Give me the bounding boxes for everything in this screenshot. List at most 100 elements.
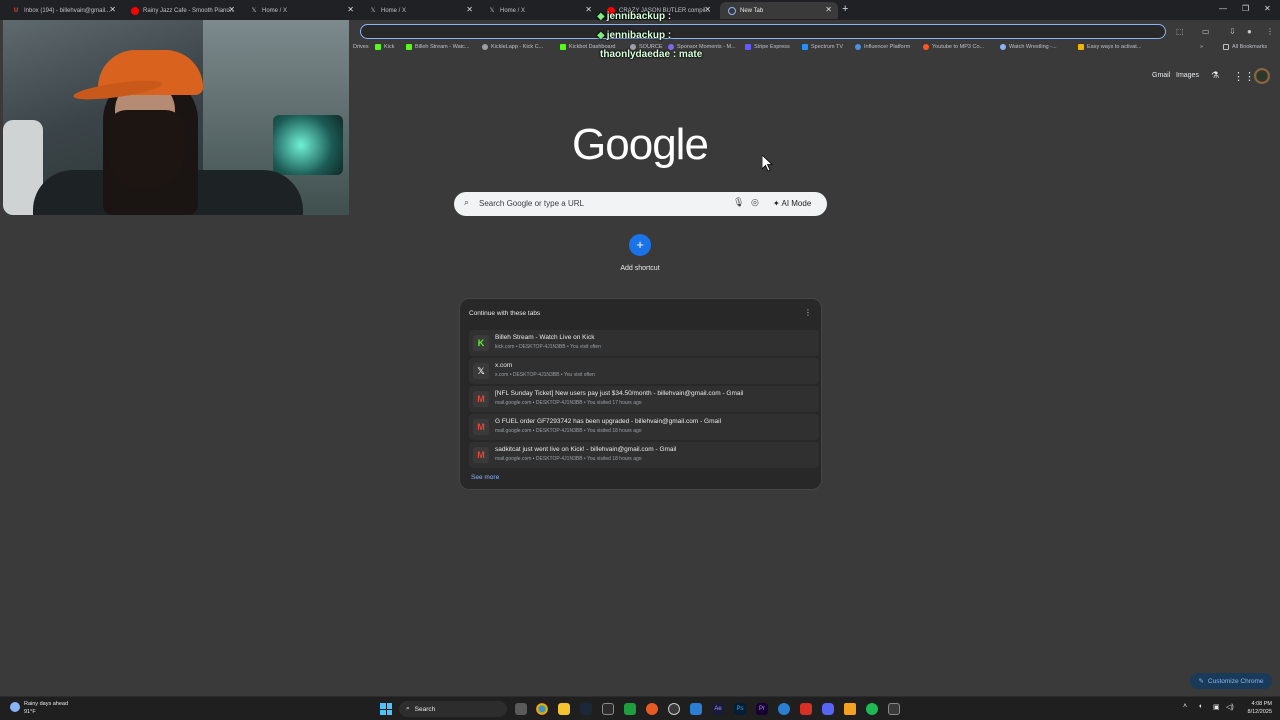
xbox-icon[interactable]: [624, 703, 636, 715]
tab-new-tab[interactable]: New Tab ✕: [720, 2, 838, 19]
weather-widget[interactable]: Rainy days ahead 91°F: [10, 700, 68, 716]
terminal-icon[interactable]: [602, 703, 614, 715]
x-icon: 𝕏: [473, 363, 489, 379]
cast-icon[interactable]: ▭: [1202, 27, 1210, 36]
item-title: Billeh Stream - Watch Live on Kick: [495, 334, 595, 341]
app-icon[interactable]: [844, 703, 856, 715]
bookmark-label: Influencer Platform: [864, 44, 911, 50]
microphone-icon[interactable]: 🎙︎: [733, 197, 744, 208]
time: 4:08 PM: [1251, 701, 1272, 707]
chevron-up-icon[interactable]: ˄: [1183, 703, 1187, 710]
close-icon[interactable]: ✕: [585, 5, 592, 14]
app-icon[interactable]: [690, 703, 702, 715]
bookmark-spectrum[interactable]: Spectrum TV: [802, 44, 843, 50]
downloads-icon[interactable]: ⇩: [1229, 27, 1236, 36]
photoshop-icon[interactable]: Ps: [734, 703, 746, 715]
wordpress-icon: [1000, 44, 1006, 50]
globe-icon: [855, 44, 861, 50]
search-input[interactable]: Search Google or type a URL: [479, 199, 584, 208]
continue-tabs-card: Continue with these tabs ⋮ K Billeh Stre…: [459, 298, 822, 490]
close-icon[interactable]: ✕: [825, 5, 832, 14]
bookmark-kick[interactable]: Kick: [375, 44, 394, 50]
list-item[interactable]: M [NFL Sunday Ticket] New users pay just…: [469, 386, 819, 412]
list-item[interactable]: K Billeh Stream - Watch Live on Kick kic…: [469, 330, 819, 356]
tab-home-x-2[interactable]: 𝕏 Home / X ✕: [361, 2, 479, 19]
see-more-link[interactable]: See more: [471, 474, 499, 481]
chrome-taskbar-icon[interactable]: [536, 703, 548, 715]
more-options-icon[interactable]: ⋮: [804, 308, 812, 317]
close-window-icon[interactable]: ✕: [1264, 4, 1271, 13]
lens-icon[interactable]: ◎: [751, 197, 759, 208]
close-icon[interactable]: ✕: [347, 5, 354, 14]
images-link[interactable]: Images: [1176, 72, 1199, 79]
file-explorer-icon[interactable]: [558, 703, 570, 715]
bookmark-youtube-mp3[interactable]: Youtube to MP3 Co...: [923, 44, 984, 50]
obs-icon[interactable]: [668, 703, 680, 715]
search-box[interactable]: ⌕ Search Google or type a URL 🎙︎ ◎ ✦ AI …: [454, 192, 827, 216]
bookmark-drives[interactable]: Drives: [353, 44, 369, 50]
clock[interactable]: 4:08 PM 8/12/2025: [1240, 700, 1272, 716]
labs-icon[interactable]: ⚗: [1211, 70, 1219, 81]
chat-text: :: [667, 30, 672, 41]
bookmark-kicklelapp[interactable]: KickleLapp - Kick C...: [482, 44, 543, 50]
ai-mode-label: AI Mode: [781, 199, 812, 208]
close-icon[interactable]: ✕: [466, 5, 473, 14]
bookmark-easy-ways[interactable]: Easy ways to activat...: [1078, 44, 1141, 50]
chrome-icon: [728, 6, 736, 15]
add-shortcut-button[interactable]: +: [629, 234, 651, 256]
volume-icon[interactable]: ◁): [1226, 703, 1234, 711]
app-icon[interactable]: [800, 703, 812, 715]
list-item[interactable]: 𝕏 x.com x.com • DESKTOP-4J1N3BB • You vi…: [469, 358, 819, 384]
bookmark-label: Stripe Express: [754, 44, 790, 50]
app-icon[interactable]: [778, 703, 790, 715]
bookmark-label: Watch Wrestling -...: [1009, 44, 1057, 50]
minimize-icon[interactable]: —: [1219, 4, 1227, 13]
all-bookmarks[interactable]: All Bookmarks: [1223, 44, 1267, 50]
start-button[interactable]: [380, 703, 392, 715]
pencil-icon: ✎: [1198, 678, 1204, 685]
extensions-icon[interactable]: ⬚: [1176, 27, 1184, 36]
microphone-icon[interactable]: ◖: [1198, 703, 1202, 710]
close-icon[interactable]: ✕: [704, 5, 711, 14]
avatar[interactable]: [1254, 68, 1270, 84]
list-item[interactable]: M sadkitcat just went live on Kick! - bi…: [469, 442, 819, 468]
bookmarks-overflow-icon[interactable]: »: [1200, 44, 1203, 50]
discord-icon[interactable]: [822, 703, 834, 715]
gmail-link[interactable]: Gmail: [1152, 72, 1170, 79]
list-item[interactable]: M G FUEL order GF7293742 has been upgrad…: [469, 414, 819, 440]
tab-home-x-3[interactable]: 𝕏 Home / X ✕: [480, 2, 598, 19]
app-icon[interactable]: [646, 703, 658, 715]
converter-icon: [923, 44, 929, 50]
kick-icon: [375, 44, 381, 50]
folder-icon: [1223, 44, 1229, 50]
close-icon[interactable]: ✕: [228, 5, 235, 14]
google-logo: Google: [572, 120, 709, 169]
menu-icon[interactable]: ⋮: [1266, 27, 1274, 36]
taskbar-search[interactable]: ⌕ Search: [399, 701, 507, 717]
restore-icon[interactable]: ❐: [1242, 4, 1249, 13]
customize-chrome-button[interactable]: ✎ Customize Chrome: [1190, 673, 1272, 689]
gmail-icon: M: [473, 419, 489, 435]
item-subtitle: x.com • DESKTOP-4J1N3BB • You visit ofte…: [495, 372, 595, 378]
ai-mode-button[interactable]: ✦ AI Mode: [773, 199, 811, 208]
close-icon[interactable]: ✕: [109, 5, 116, 14]
address-bar[interactable]: [360, 24, 1166, 39]
bookmark-watch-wrestling[interactable]: Watch Wrestling -...: [1000, 44, 1057, 50]
tab-home-x-1[interactable]: 𝕏 Home / X ✕: [242, 2, 360, 19]
spotify-icon[interactable]: [866, 703, 878, 715]
after-effects-icon[interactable]: Ae: [712, 703, 724, 715]
bookmark-influencer[interactable]: Influencer Platform: [855, 44, 910, 50]
network-icon[interactable]: ▣: [1213, 703, 1220, 711]
app-icon[interactable]: [888, 703, 900, 715]
steam-icon[interactable]: [580, 703, 592, 715]
task-view-icon[interactable]: [515, 703, 527, 715]
premiere-icon[interactable]: Pr: [756, 703, 768, 715]
new-tab-button[interactable]: +: [842, 3, 848, 15]
profile-toolbar-icon[interactable]: ●: [1247, 27, 1252, 36]
tab-inbox[interactable]: M Inbox (194) - billehvain@gmail... ✕: [4, 2, 122, 19]
diamond-icon: ◆: [597, 11, 605, 22]
bookmark-billeh-stream[interactable]: Billeh Stream - Watc...: [406, 44, 470, 50]
item-title: G FUEL order GF7293742 has been upgraded…: [495, 418, 722, 425]
tab-rainy-jazz[interactable]: Rainy Jazz Cafe - Smooth Piano... ✕: [123, 2, 241, 19]
bookmark-stripe[interactable]: Stripe Express: [745, 44, 790, 50]
